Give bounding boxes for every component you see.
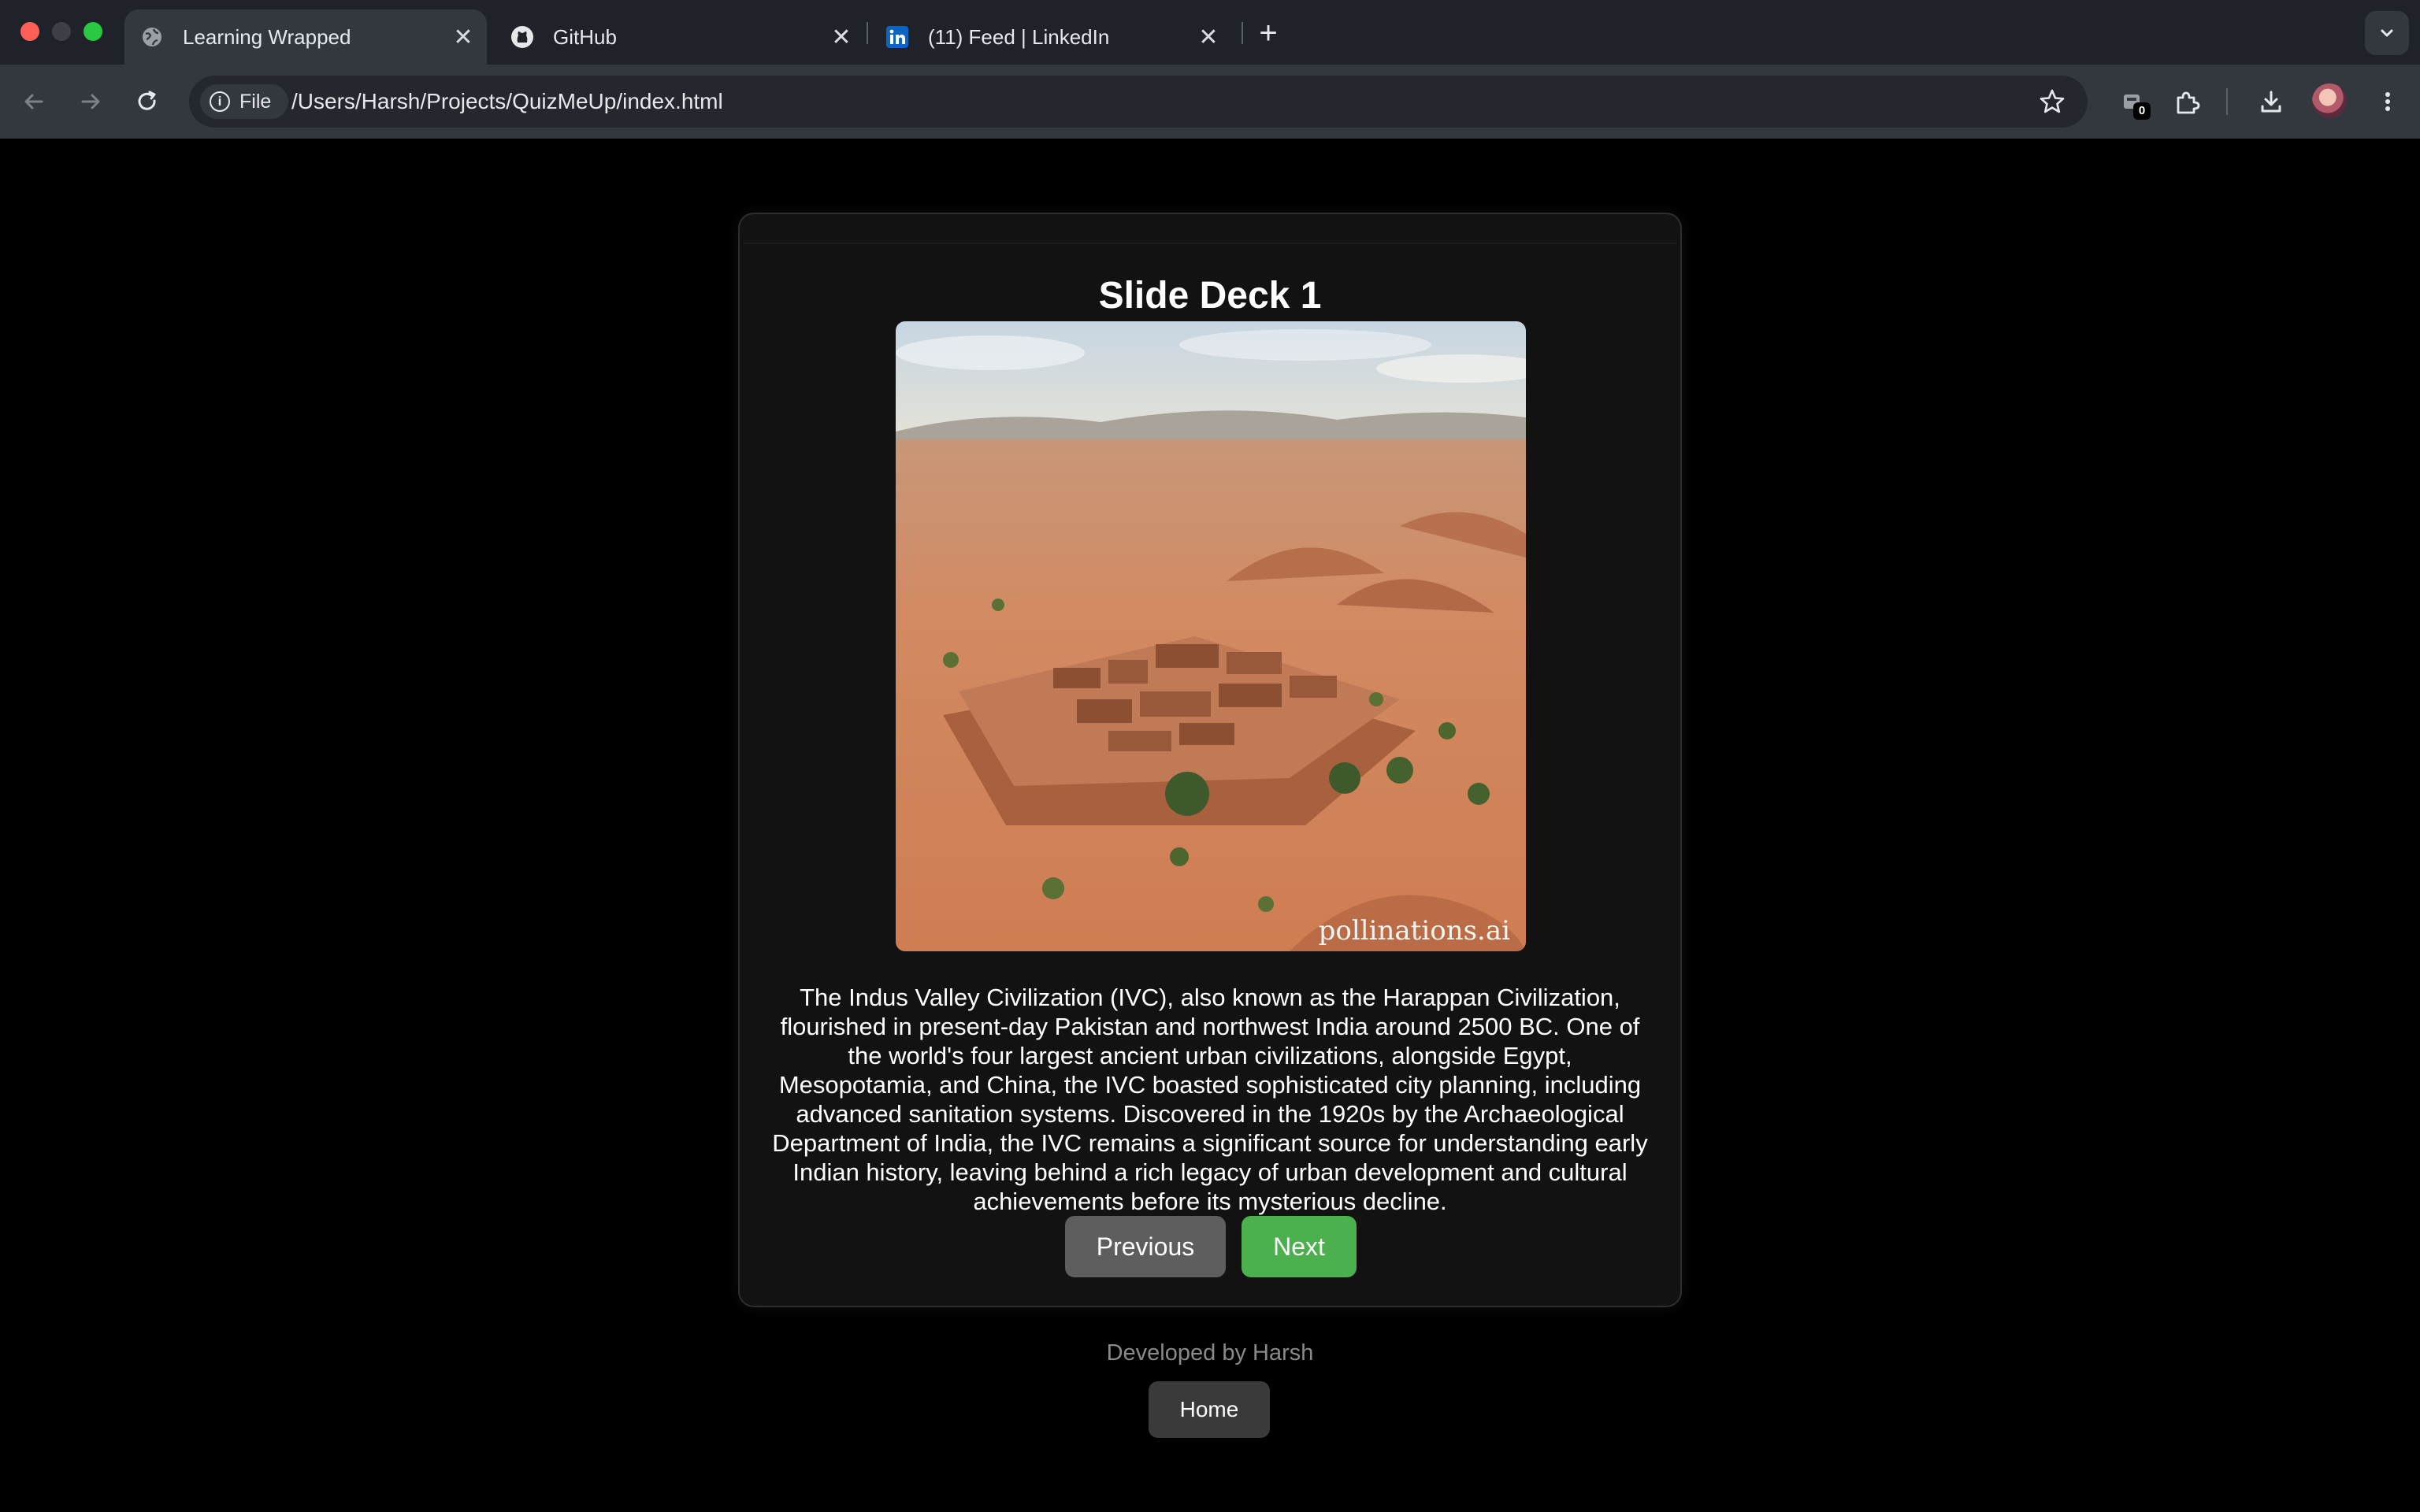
reload-button[interactable] bbox=[128, 82, 167, 121]
address-bar[interactable]: i File /Users/Harsh/Projects/QuizMeUp/in… bbox=[189, 76, 2088, 128]
tab-github[interactable]: GitHub ✕ bbox=[495, 9, 865, 65]
extension-button[interactable]: 0 bbox=[2113, 82, 2152, 121]
bookmark-star-icon[interactable] bbox=[2034, 83, 2070, 120]
chevron-down-icon bbox=[2381, 29, 2393, 37]
tab-linkedin[interactable]: (11) Feed | LinkedIn ✕ bbox=[870, 9, 1232, 65]
arrow-right-icon bbox=[81, 94, 100, 109]
downloads-button[interactable] bbox=[2251, 82, 2291, 121]
arrow-left-icon bbox=[24, 94, 43, 109]
extensions-menu-button[interactable] bbox=[2168, 82, 2207, 121]
image-watermark: pollinations.ai bbox=[1319, 915, 1510, 947]
site-info-chip[interactable]: i File bbox=[200, 84, 289, 119]
info-icon: i bbox=[210, 91, 230, 112]
page-content: Slide Deck 1 pollinations.ai The Indus V… bbox=[0, 139, 2420, 1512]
globe-icon bbox=[140, 25, 164, 49]
next-button[interactable]: Next bbox=[1242, 1216, 1357, 1277]
tab-learning-wrapped[interactable]: Learning Wrapped ✕ bbox=[124, 9, 487, 65]
close-tab-icon[interactable]: ✕ bbox=[1193, 21, 1224, 53]
home-button[interactable]: Home bbox=[1149, 1381, 1270, 1438]
github-icon bbox=[510, 25, 534, 49]
tab-title: Learning Wrapped bbox=[183, 24, 351, 49]
site-info-label: File bbox=[239, 90, 272, 113]
previous-button[interactable]: Previous bbox=[1065, 1216, 1226, 1277]
profile-avatar[interactable] bbox=[2312, 83, 2347, 118]
tab-separator bbox=[1242, 22, 1243, 44]
tab-search-button[interactable] bbox=[2365, 11, 2409, 55]
close-window-button[interactable] bbox=[20, 22, 39, 41]
download-icon bbox=[2261, 91, 2281, 113]
new-tab-button[interactable]: + bbox=[1251, 16, 1286, 50]
slide-description: The Indus Valley Civilization (IVC), als… bbox=[772, 984, 1648, 1215]
browser-menu-button[interactable] bbox=[2368, 82, 2407, 121]
tab-strip: Learning Wrapped ✕ GitHub ✕ (11) Feed | … bbox=[0, 0, 2420, 65]
card-divider bbox=[743, 243, 1677, 244]
more-vertical-icon bbox=[2385, 92, 2390, 111]
slide-image: pollinations.ai bbox=[896, 321, 1526, 951]
slide-title: Slide Deck 1 bbox=[1098, 275, 1322, 317]
linkedin-icon bbox=[885, 25, 909, 49]
reload-icon bbox=[138, 91, 156, 110]
tab-title: GitHub bbox=[553, 24, 617, 49]
tab-separator bbox=[867, 22, 868, 44]
minimize-window-button[interactable] bbox=[52, 22, 71, 41]
close-tab-icon[interactable]: ✕ bbox=[826, 21, 857, 53]
back-button[interactable] bbox=[14, 82, 54, 121]
extension-badge: 0 bbox=[2133, 102, 2151, 120]
url-text[interactable]: /Users/Harsh/Projects/QuizMeUp/index.htm… bbox=[291, 76, 723, 128]
puzzle-icon bbox=[2177, 91, 2200, 114]
tab-title: (11) Feed | LinkedIn bbox=[928, 24, 1110, 49]
slide-card: Slide Deck 1 pollinations.ai The Indus V… bbox=[738, 213, 1682, 1307]
developer-credit: Developed by Harsh bbox=[1106, 1340, 1314, 1366]
toolbar-separator bbox=[2226, 88, 2228, 115]
forward-button[interactable] bbox=[71, 82, 110, 121]
maximize-window-button[interactable] bbox=[84, 22, 102, 41]
close-tab-icon[interactable]: ✕ bbox=[447, 21, 479, 53]
browser-toolbar: i File /Users/Harsh/Projects/QuizMeUp/in… bbox=[0, 65, 2420, 139]
